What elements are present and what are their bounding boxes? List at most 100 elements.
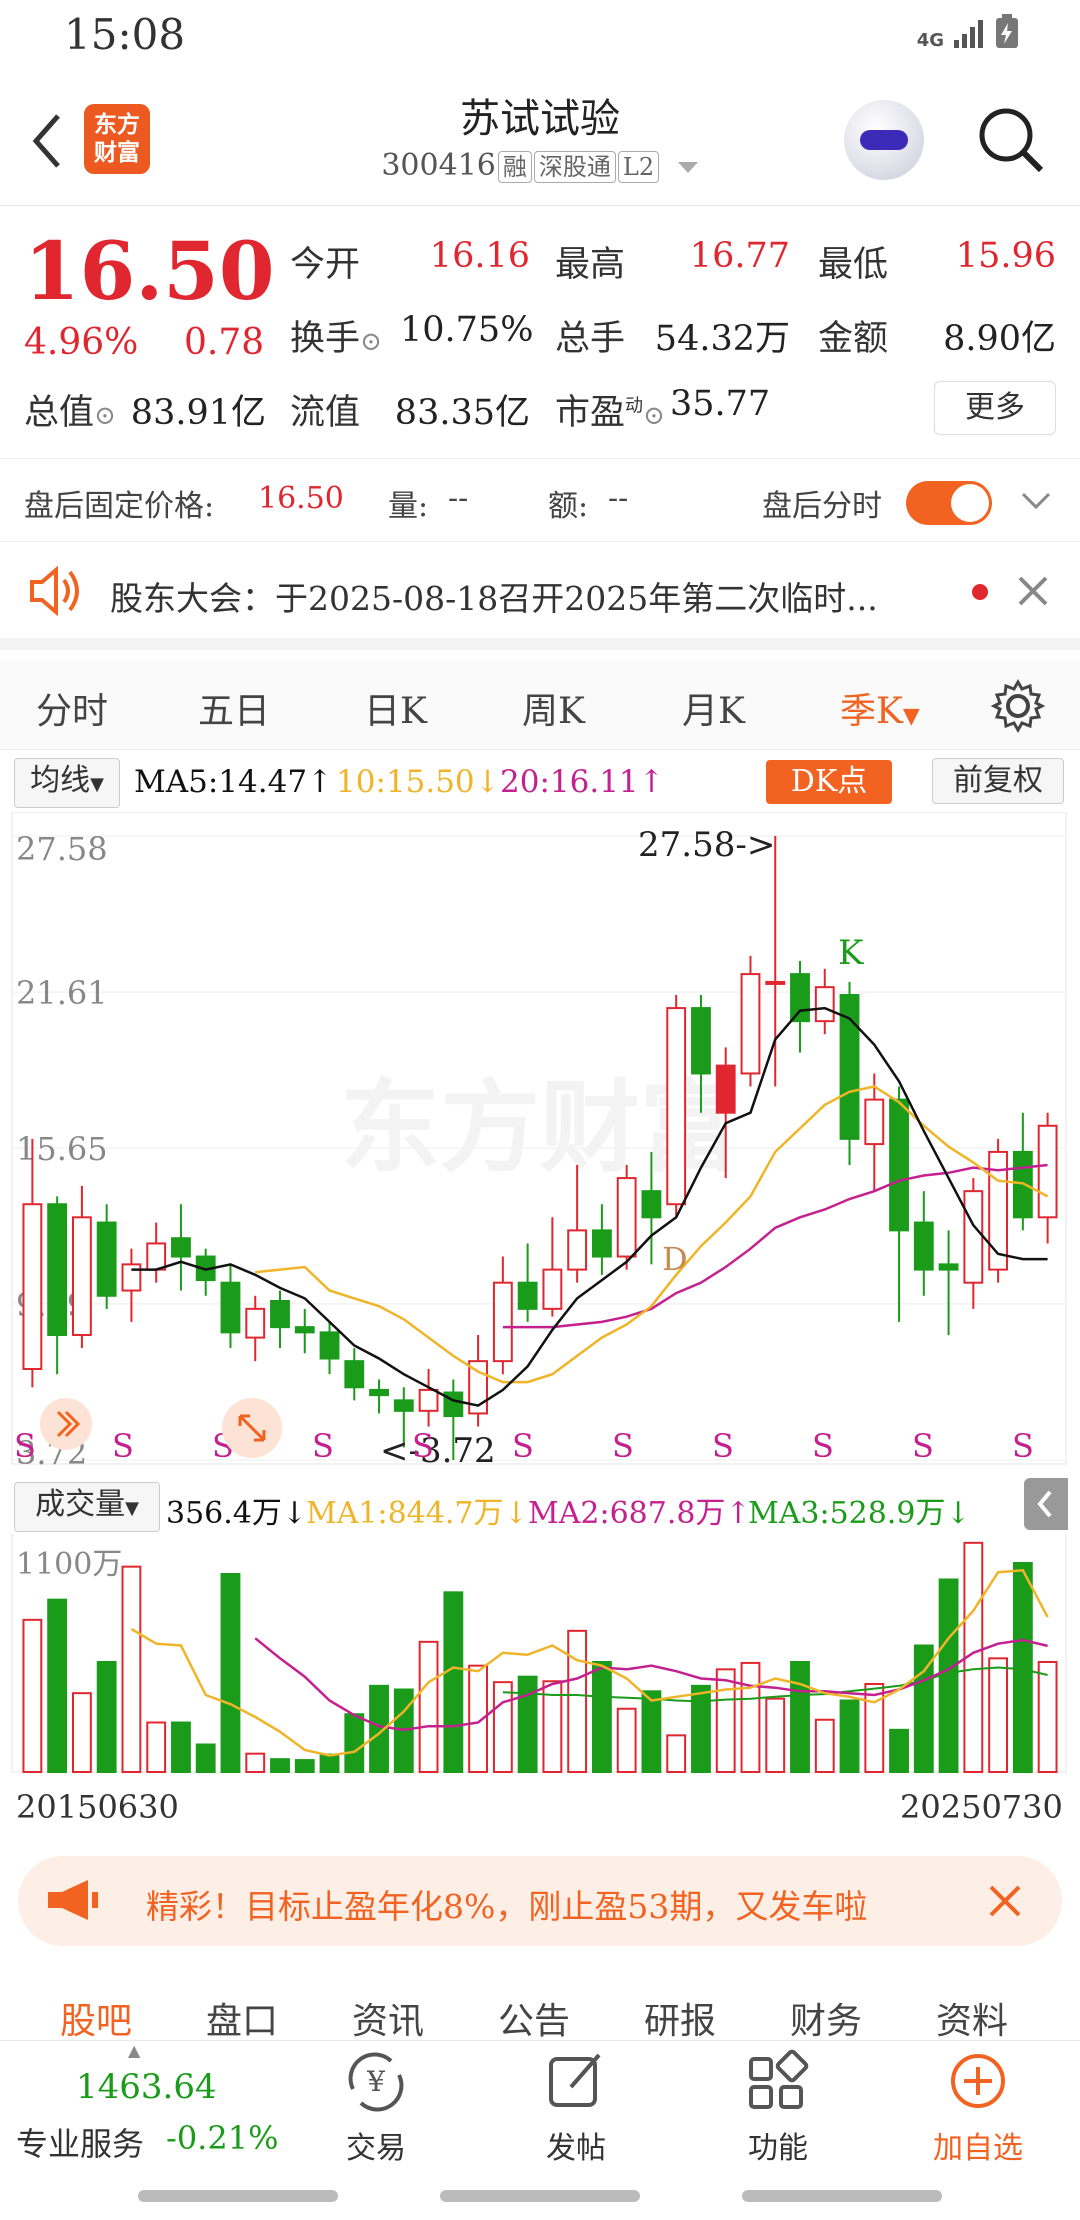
dropdown-icon[interactable] [677, 161, 699, 175]
after-hours-toggle[interactable] [906, 481, 992, 525]
vol-ma2: MA2:687.8万↑ [528, 1496, 751, 1531]
grid-apps-icon [749, 2049, 809, 2109]
candle-body [913, 1221, 934, 1271]
candle-body [492, 1281, 513, 1363]
volume-bar [790, 1661, 810, 1773]
dk-button[interactable]: DK点 [766, 760, 892, 804]
indicator-selector[interactable]: 均线▼ [14, 758, 120, 808]
sell-marker: S [612, 1427, 634, 1465]
assistant-avatar[interactable] [844, 100, 924, 180]
tab-orderbook[interactable]: 盘口 [206, 1992, 278, 2044]
candle [121, 1248, 142, 1322]
volume-bar [616, 1707, 637, 1773]
more-button[interactable]: 更多 [934, 381, 1056, 435]
float-value: 83.35亿 [394, 393, 530, 433]
volume-selector[interactable]: 成交量▼ [14, 1482, 160, 1532]
tab-financials[interactable]: 财务 [790, 1992, 862, 2044]
collapse-panel-button[interactable] [1024, 1478, 1068, 1530]
tab-intraday[interactable]: 分时 [36, 682, 108, 734]
tab-research[interactable]: 研报 [644, 1992, 716, 2044]
info-icon[interactable]: ⊙ [360, 327, 382, 357]
candle [889, 1086, 909, 1322]
home-indicator [742, 2190, 942, 2202]
candle-body [121, 1263, 142, 1292]
signal-icon [954, 20, 983, 48]
sell-marker: S [1012, 1427, 1034, 1465]
content-tabs: 股吧 盘口 资讯 公告 研报 财务 资料 [0, 1960, 1080, 2042]
vol-ma1: MA1:844.7万↓ [306, 1496, 529, 1531]
kline-chart[interactable]: 27.5821.6115.659.693.72东方财富27.58-><-3.72… [0, 812, 1080, 1812]
vol-ma1-line [130, 1568, 1049, 1757]
y-tick-label: 15.65 [16, 1130, 108, 1168]
notice-bar[interactable]: 股东大会：于2025-08-18召开2025年第二次临时... [0, 542, 1080, 650]
volume-bar [319, 1753, 340, 1773]
chevron-left-icon [1037, 1490, 1052, 1518]
tab-daily-k[interactable]: 日K [364, 682, 427, 734]
bottom-nav: ▲ 1463.64 专业服务 -0.21% ¥ 交易 发帖 功能 加自选 [0, 2040, 1080, 2180]
info-icon[interactable]: ⊙ [94, 401, 116, 431]
nav-trade[interactable]: ¥ 交易 [306, 2049, 446, 2167]
notice-text: 股东大会：于2025-08-18召开2025年第二次临时... [110, 579, 878, 618]
tab-forum[interactable]: 股吧 [60, 1992, 132, 2044]
tab-monthly-k[interactable]: 月K [682, 682, 745, 734]
candle [245, 1295, 266, 1362]
candle [369, 1379, 389, 1414]
volume-value: 54.32万 [654, 319, 790, 359]
candle-body [790, 973, 810, 1023]
speaker-icon [30, 566, 79, 616]
tab-weekly-k[interactable]: 周K [522, 682, 585, 734]
after-hours-vol-label: 量: [388, 489, 429, 524]
close-icon[interactable] [1016, 574, 1050, 608]
after-hours-toggle-label: 盘后分时 [762, 489, 882, 524]
close-banner-icon[interactable] [988, 1884, 1022, 1918]
tag-connect: 深股通 [533, 151, 616, 183]
candle-body [963, 1190, 984, 1284]
volume-bar [195, 1743, 216, 1773]
chevron-down-icon[interactable] [1020, 489, 1052, 513]
info-icon[interactable]: ⊙ [643, 401, 665, 431]
nav-add-watchlist[interactable]: 加自选 [908, 2049, 1048, 2167]
tab-news[interactable]: 资讯 [352, 1992, 424, 2044]
adjust-selector[interactable]: 前复权 [932, 758, 1064, 804]
search-icon[interactable] [975, 104, 1047, 176]
candle [468, 1334, 489, 1427]
candle-body [938, 1263, 959, 1271]
tab-five-day[interactable]: 五日 [198, 682, 270, 734]
y-tick-label: 21.61 [16, 974, 108, 1012]
candle [517, 1243, 538, 1322]
amount-value: 8.90亿 [943, 319, 1056, 359]
nav-post-label: 发帖 [546, 2131, 606, 2166]
status-time: 15:08 [64, 10, 186, 59]
volume-bar [740, 1661, 761, 1774]
candle [22, 1138, 43, 1388]
candle-body [740, 973, 761, 1075]
candle [418, 1368, 439, 1427]
pe-value: 35.77 [670, 384, 771, 424]
volume-bar [567, 1629, 588, 1773]
settings-gear-icon[interactable] [990, 678, 1046, 734]
tab-quarterly-k[interactable]: 季K▼ [840, 682, 920, 734]
nav-post[interactable]: 发帖 [506, 2049, 646, 2167]
tab-profile[interactable]: 资料 [936, 1992, 1008, 2044]
amount-label: 金额 [818, 319, 889, 359]
candle-body [319, 1331, 340, 1360]
service-label[interactable]: 专业服务 [16, 2119, 144, 2165]
plus-circle-icon [951, 2054, 1005, 2108]
status-icons: 4G [917, 14, 1020, 50]
candle [765, 836, 786, 1087]
stock-header: 东方财富 苏试试验 300416 融深股通 L2 [0, 76, 1080, 206]
volume-bar [220, 1573, 241, 1773]
tab-announcements[interactable]: 公告 [498, 1992, 570, 2044]
index-value[interactable]: 1463.64 [76, 2067, 217, 2107]
after-hours-label: 盘后固定价格: [24, 489, 215, 524]
candle [47, 1196, 68, 1375]
candle-body [666, 1007, 687, 1206]
nav-functions[interactable]: 功能 [708, 2049, 848, 2167]
volume-bar [1037, 1661, 1058, 1773]
candle [220, 1264, 241, 1349]
index-change: -0.21% [166, 2119, 279, 2157]
volume-bar [270, 1758, 290, 1774]
edit-icon [549, 2053, 601, 2107]
volume-bar [121, 1565, 142, 1774]
promo-banner[interactable]: 精彩！目标止盈年化8%，刚止盈53期，又发车啦 [18, 1856, 1062, 1946]
